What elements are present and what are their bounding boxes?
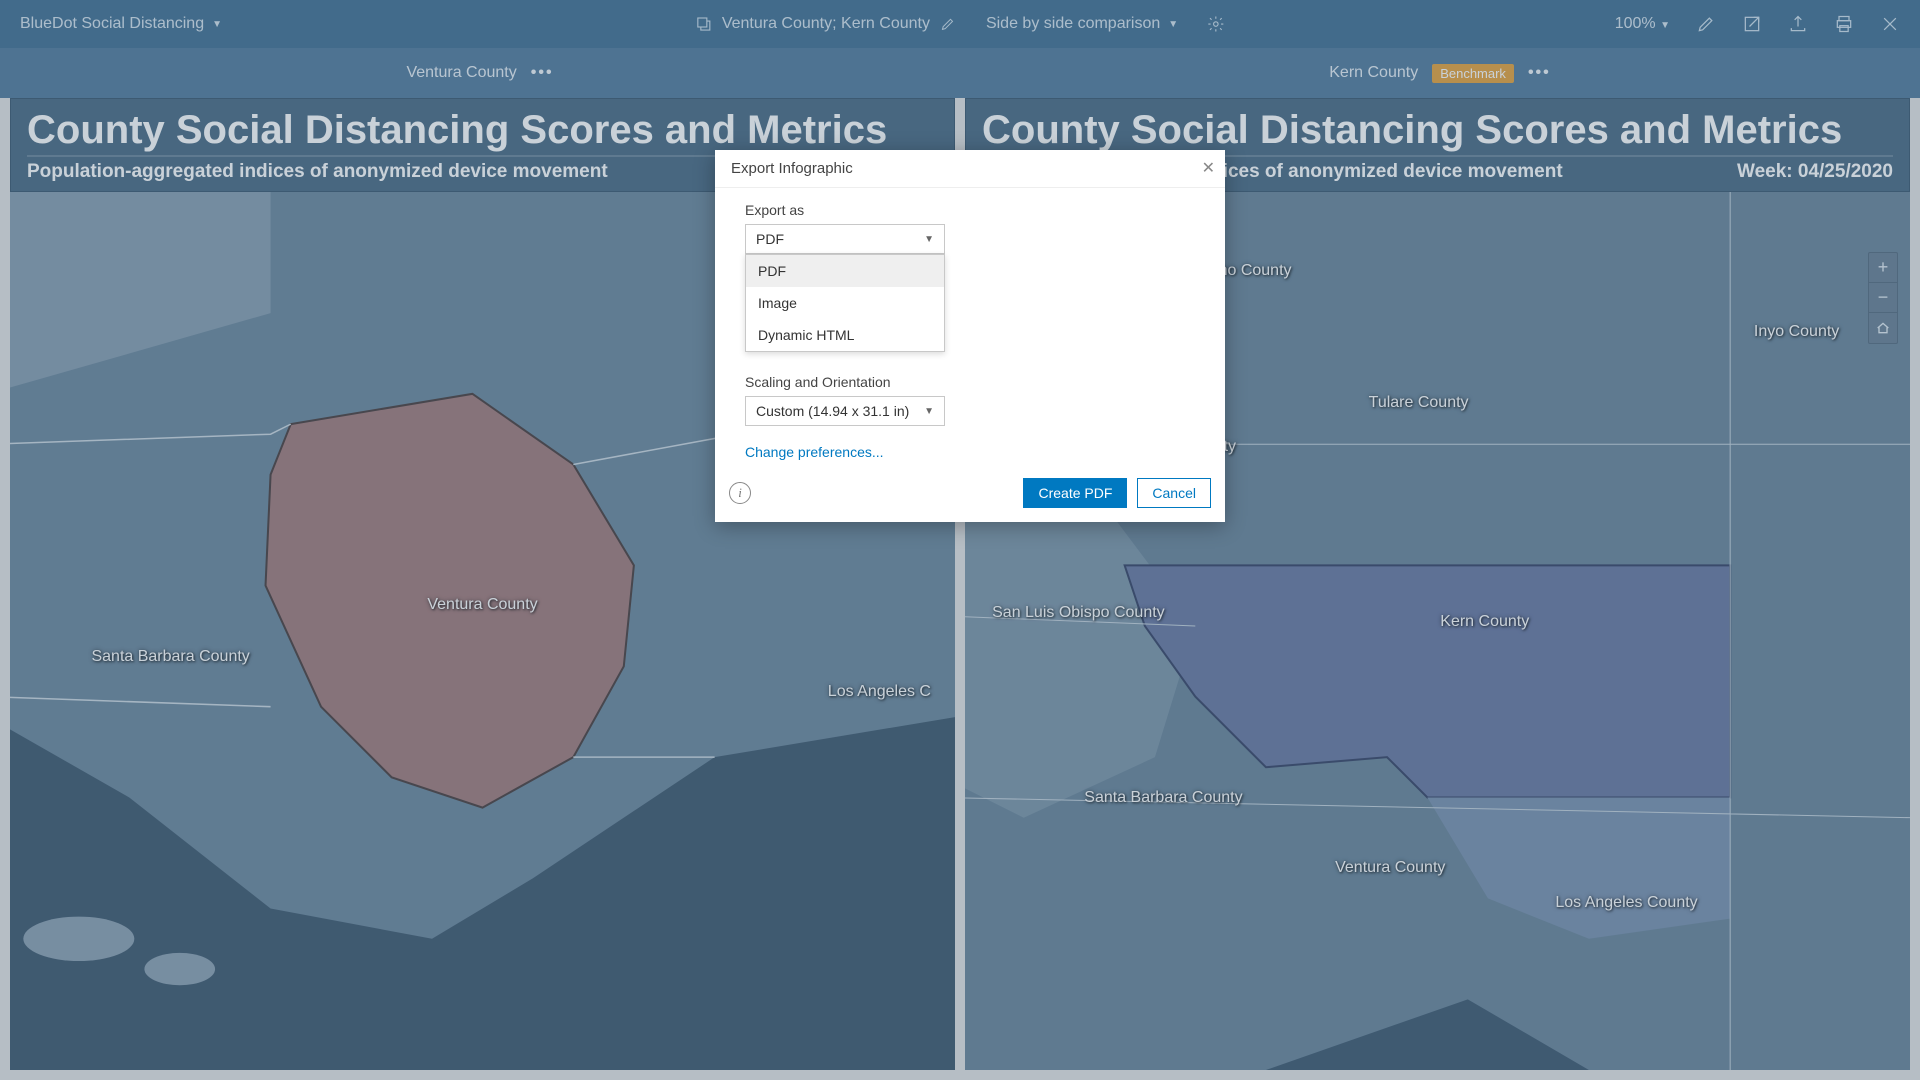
- option-image[interactable]: Image: [746, 287, 944, 319]
- option-dynamic-html[interactable]: Dynamic HTML: [746, 319, 944, 351]
- app-switcher[interactable]: BlueDot Social Distancing ▼: [20, 15, 222, 33]
- create-pdf-button[interactable]: Create PDF: [1023, 478, 1127, 508]
- close-icon[interactable]: ✕: [1202, 158, 1215, 178]
- chevron-down-icon: ▼: [924, 234, 934, 245]
- modal-title: Export Infographic: [731, 160, 853, 177]
- zoom-controls: + −: [1868, 252, 1898, 344]
- export-format-dropdown: PDF Image Dynamic HTML: [745, 254, 945, 352]
- export-as-label: Export as: [745, 202, 1195, 218]
- option-pdf[interactable]: PDF: [746, 255, 944, 287]
- scaling-select[interactable]: Custom (14.94 x 31.1 in) ▼: [745, 396, 945, 426]
- left-county-header: Ventura County •••: [0, 48, 960, 98]
- county-name: Kern County: [1329, 64, 1418, 82]
- select-value: PDF: [756, 231, 784, 247]
- right-county-header: Kern County Benchmark •••: [960, 48, 1920, 98]
- pencil-icon[interactable]: [938, 14, 958, 34]
- more-icon[interactable]: •••: [1528, 64, 1551, 82]
- compare-subheader: Ventura County ••• Kern County Benchmark…: [0, 48, 1920, 98]
- export-format-select[interactable]: PDF ▼ PDF Image Dynamic HTML: [745, 224, 945, 254]
- zoom-in-button[interactable]: +: [1869, 253, 1897, 283]
- county-name: Ventura County: [406, 64, 516, 82]
- chevron-down-icon: ▼: [1168, 19, 1178, 30]
- pane-subtitle: Population-aggregated indices of anonymi…: [27, 161, 608, 183]
- week-label: Week: 04/25/2020: [1737, 161, 1893, 183]
- app-name: BlueDot Social Distancing: [20, 15, 204, 33]
- compare-mode[interactable]: Side by side comparison ▼: [986, 15, 1178, 33]
- pencil-icon[interactable]: [1696, 14, 1716, 34]
- top-bar: BlueDot Social Distancing ▼ Ventura Coun…: [0, 0, 1920, 48]
- info-icon[interactable]: i: [729, 482, 751, 504]
- change-preferences-link[interactable]: Change preferences...: [745, 444, 884, 460]
- scaling-label: Scaling and Orientation: [745, 374, 1195, 390]
- area-selector[interactable]: Ventura County; Kern County: [694, 14, 958, 34]
- modal-title-bar: Export Infographic ✕: [715, 150, 1225, 188]
- map-pin-icon: [694, 14, 714, 34]
- home-extent-button[interactable]: [1869, 313, 1897, 343]
- chevron-down-icon: ▼: [212, 19, 222, 30]
- benchmark-badge: Benchmark: [1432, 64, 1514, 83]
- zoom-level[interactable]: 100% ▼: [1615, 15, 1670, 33]
- chevron-down-icon: ▼: [1660, 20, 1670, 31]
- chevron-down-icon: ▼: [924, 406, 934, 417]
- share-icon[interactable]: [1742, 14, 1762, 34]
- cancel-button[interactable]: Cancel: [1137, 478, 1211, 508]
- export-modal: Export Infographic ✕ Export as PDF ▼ PDF…: [715, 150, 1225, 522]
- select-value: Custom (14.94 x 31.1 in): [756, 403, 909, 419]
- close-icon[interactable]: [1880, 14, 1900, 34]
- print-icon[interactable]: [1834, 14, 1854, 34]
- gear-icon[interactable]: [1206, 14, 1226, 34]
- zoom-label: 100%: [1615, 15, 1656, 32]
- compare-label: Side by side comparison: [986, 15, 1160, 33]
- area-label: Ventura County; Kern County: [722, 15, 930, 33]
- export-icon[interactable]: [1788, 14, 1808, 34]
- zoom-out-button[interactable]: −: [1869, 283, 1897, 313]
- more-icon[interactable]: •••: [531, 64, 554, 82]
